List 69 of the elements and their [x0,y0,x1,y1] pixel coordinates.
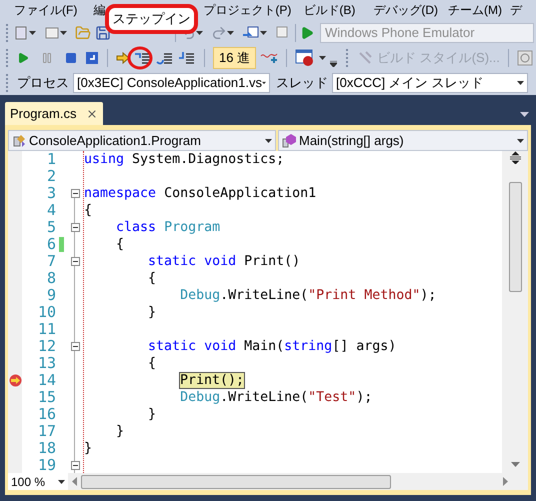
start-icon[interactable] [300,26,314,40]
collapse-icon[interactable] [70,461,80,470]
dropdown-arrow-icon[interactable] [262,80,266,84]
save-icon[interactable] [95,24,111,40]
dropdown-arrow-icon[interactable] [520,112,529,117]
code-line: namespace ConsoleApplication1 [84,184,316,203]
code-line: { [84,202,92,220]
code-line: class Program [115,218,220,237]
hex-toggle[interactable]: 16 進 [213,46,256,68]
stop-icon[interactable] [65,52,77,64]
code-line: static void Main(string[] args) [147,338,396,356]
arrow-icon[interactable] [116,50,130,64]
magnifier-icon[interactable] [516,50,533,66]
navigate-backward-icon[interactable] [242,24,260,40]
collapse-icon[interactable] [70,223,80,232]
code-line: } [147,406,156,424]
class-icon [12,133,27,148]
document-tab[interactable]: Program.cs [5,102,104,125]
zoom-combo[interactable]: 100 % [8,473,68,490]
scroll-right-icon[interactable] [503,477,508,486]
overflow-icon[interactable] [330,60,338,66]
dropdown-arrow-icon[interactable] [517,138,524,142]
collapse-icon[interactable] [70,342,80,351]
restart-icon[interactable] [85,50,99,64]
code-line: { [147,270,156,288]
method-icon [282,133,297,148]
menu-item[interactable]: チーム(M) [448,1,502,19]
code-line: } [115,422,124,441]
tooltip: ステップイン [105,4,198,34]
collapse-icon[interactable] [70,257,80,266]
dropdown-arrow-icon[interactable] [517,80,524,84]
dropdown-arrow-icon[interactable] [60,30,67,34]
code-line: using System.Diagnostics; [84,151,284,169]
menu-item[interactable]: 編 [93,1,106,19]
thread-combo[interactable]: [0xCCC] メイン スレッド [332,72,528,92]
code-line: { [115,236,124,254]
dropdown-arrow-icon[interactable] [265,138,272,142]
scroll-left-icon[interactable] [72,477,77,486]
scroll-down-icon[interactable] [510,462,520,467]
code-line: Debug.WriteLine("Test"); [179,388,372,407]
member-dropdown[interactable]: Main(string[] args) [278,130,528,151]
code-line: static void Print() [147,252,300,271]
menu-item[interactable]: デ [510,1,522,19]
dropdown-arrow-icon[interactable] [58,480,65,484]
type-dropdown[interactable]: ConsoleApplication1.Program [8,130,276,151]
code-line: } [147,304,156,322]
thread-label: スレッド [276,74,328,92]
menu-item[interactable]: ファイル(F) [14,1,78,19]
vertical-scrollbar-thumb[interactable] [508,182,522,292]
step-out-icon[interactable] [178,50,196,66]
menu-item[interactable]: プロジェクト(P) [203,1,292,19]
highlight-circle [127,46,153,70]
dropdown-arrow-icon[interactable] [260,30,267,34]
code-line: } [84,440,92,458]
process-label: プロセス [17,74,69,92]
process-combo[interactable]: [0x3EC] ConsoleApplication1.vs [73,72,270,92]
code-line: { [147,354,156,373]
breakpoint-window-icon[interactable] [295,48,316,66]
horizontal-scrollbar-thumb[interactable] [81,474,391,488]
collapse-icon[interactable] [70,189,80,198]
menu-item[interactable]: デバッグ(D) [373,1,438,19]
dropdown-arrow-icon[interactable] [319,56,326,60]
close-icon[interactable] [86,108,98,120]
dropdown-arrow-icon[interactable] [227,30,234,34]
menu-item[interactable]: ビルド(B) [303,1,356,19]
split-handle-icon[interactable] [508,151,522,164]
code-line: Debug.WriteLine("Print Method"); [179,286,436,305]
dropdown-arrow-icon[interactable] [196,30,203,34]
dropdown-arrow-icon[interactable] [29,30,36,34]
